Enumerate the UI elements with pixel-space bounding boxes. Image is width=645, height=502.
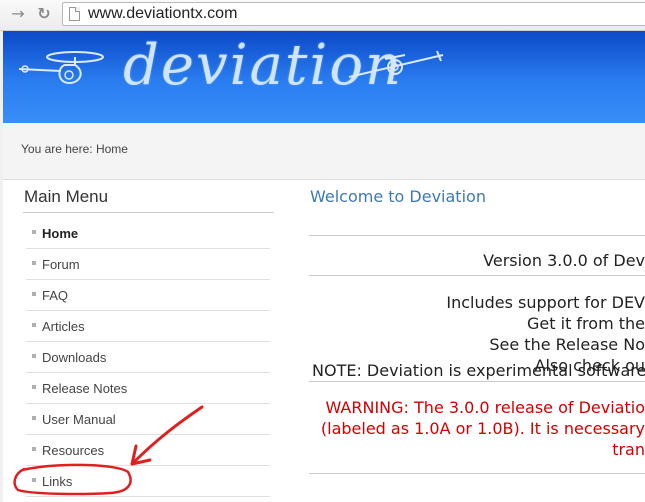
bullet-icon [32,323,36,327]
content-divider [309,381,645,382]
menu-item-articles[interactable]: Articles [26,311,270,342]
menu-item-label[interactable]: Downloads [42,350,106,365]
bullet-icon [32,416,36,420]
note-text: NOTE: Deviation is experimental software… [312,361,645,380]
menu-item-forum[interactable]: Forum [26,249,270,280]
info-line: Get it from the [527,314,645,333]
menu-item-faq[interactable]: FAQ [26,280,270,311]
menu-item-label[interactable]: Home [42,226,78,241]
menu-item-label[interactable]: User Manual [42,412,116,427]
helicopter-right-icon [348,50,444,78]
menu-item-release-notes[interactable]: Release Notes [26,373,270,404]
menu-item-user-manual[interactable]: User Manual [26,404,270,435]
warning-text: tran [612,440,645,459]
menu-item-links[interactable]: Links [26,466,270,497]
address-bar[interactable]: www.deviationtx.com [62,2,645,26]
address-url[interactable]: www.deviationtx.com [88,5,237,23]
info-line: Includes support for DEV [446,293,645,312]
menu-item-label[interactable]: Resources [42,443,104,458]
bullet-icon [32,385,36,389]
browser-toolbar: → ↻ www.deviationtx.com [0,0,645,31]
bullet-icon [32,261,36,265]
page-title: Welcome to Deviation [310,187,486,206]
menu-divider [23,212,274,213]
helicopter-left-icon [18,51,104,85]
reload-icon[interactable]: ↻ [34,4,54,24]
breadcrumb: You are here: Home [3,123,645,180]
bullet-icon [32,447,36,451]
menu-item-label[interactable]: Articles [42,319,85,334]
menu-item-downloads[interactable]: Downloads [26,342,270,373]
content-divider [309,473,645,474]
menu-item-home[interactable]: Home [26,218,270,249]
site-banner[interactable]: deviation [3,31,645,123]
breadcrumb-text: You are here: Home [21,142,128,156]
menu-item-label[interactable]: Forum [42,257,80,272]
menu-item-label[interactable]: Links [42,474,72,489]
bullet-icon [32,292,36,296]
main-menu-title: Main Menu [24,187,109,206]
warning-text: WARNING: The 3.0.0 release of Deviatio [325,398,645,417]
menu-item-resources[interactable]: Resources [26,435,270,466]
content-divider [309,275,645,276]
bullet-icon [32,354,36,358]
bullet-icon [32,478,36,482]
info-line: See the Release No [489,335,645,354]
content-divider [309,235,645,236]
back-arrow-icon[interactable]: → [8,4,28,24]
menu-item-label[interactable]: FAQ [42,288,68,303]
menu-item-label[interactable]: Release Notes [42,381,127,396]
page-icon [69,7,80,21]
main-menu: Home Forum FAQ Articles Downloads Releas… [26,218,270,497]
warning-text: (labeled as 1.0A or 1.0B). It is necessa… [320,419,645,438]
version-text: Version 3.0.0 of Dev [483,251,645,270]
page-content: You are here: Home Main Menu Home Forum … [3,123,645,502]
bullet-icon [32,230,36,234]
